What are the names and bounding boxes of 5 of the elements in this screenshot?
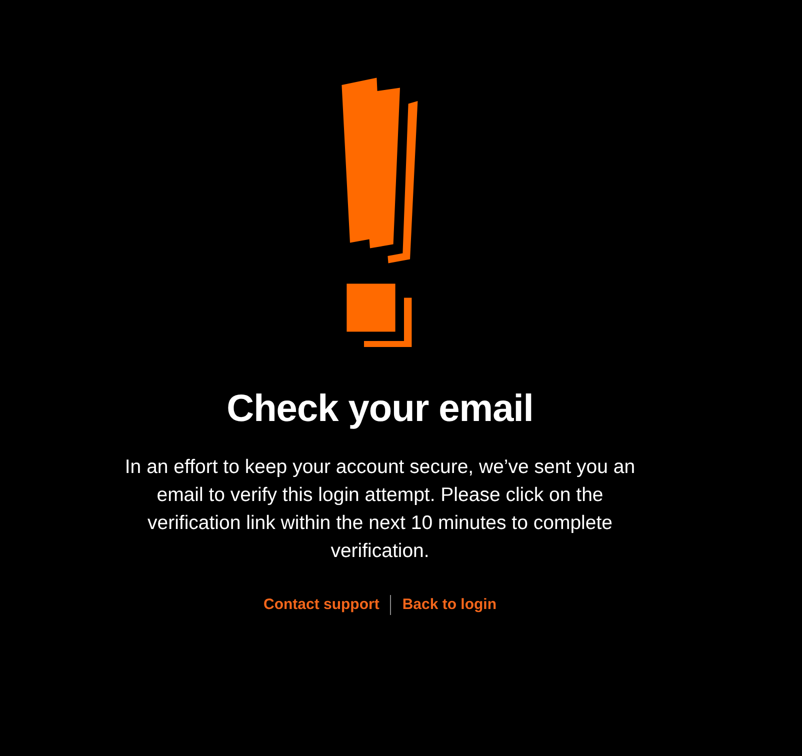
message-text: In an effort to keep your account secure, we’ve sent you an email to verify this login attempt. Please click on the verification link within the next 10 minutes to complete verification. <box>124 454 636 564</box>
back-to-login-link[interactable]: Back to login <box>402 594 496 615</box>
heading: Check your email <box>226 387 534 432</box>
contact-support-link[interactable]: Contact support <box>263 594 380 615</box>
exclamation-mark-icon <box>340 76 420 349</box>
